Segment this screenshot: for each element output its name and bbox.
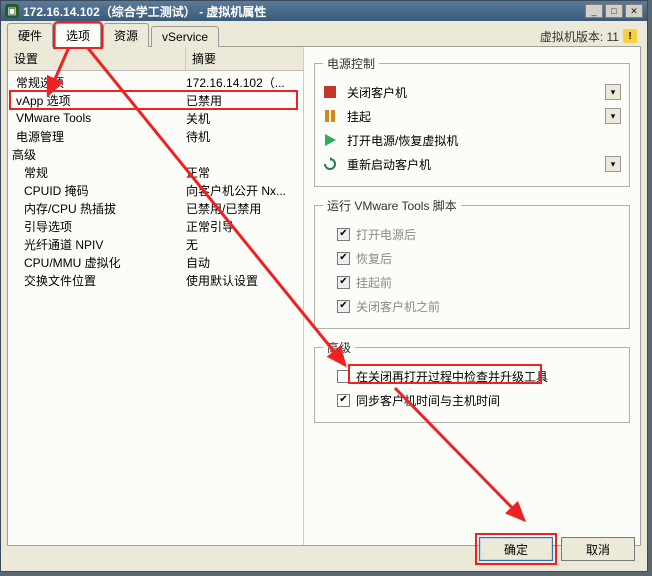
dropdown-button[interactable]: ▾ bbox=[605, 156, 621, 172]
list-item[interactable]: vApp 选项已禁用 bbox=[8, 91, 303, 109]
checkbox-sync-guest-time[interactable] bbox=[337, 394, 350, 407]
titlebar: ▣ 172.16.14.102（综合学工测试） - 虚拟机属性 _ □ ✕ bbox=[1, 1, 647, 21]
scripts-legend: 运行 VMware Tools 脚本 bbox=[323, 197, 461, 214]
dropdown-button[interactable]: ▾ bbox=[605, 84, 621, 100]
close-button[interactable]: ✕ bbox=[625, 4, 643, 18]
advanced-legend: 高级 bbox=[323, 339, 355, 356]
list-item[interactable]: 引导选项正常引导 bbox=[8, 217, 303, 235]
list-item[interactable]: 电源管理待机 bbox=[8, 127, 303, 145]
stop-icon bbox=[323, 85, 337, 99]
ok-button[interactable]: 确定 bbox=[479, 537, 553, 561]
power-row: 挂起 ▾ bbox=[323, 104, 621, 128]
tab-vservice[interactable]: vService bbox=[151, 26, 219, 47]
power-control-group: 电源控制 关闭客户机 ▾ 挂起 ▾ 打开电源/恢复虚拟机 bbox=[314, 55, 630, 187]
list-item[interactable]: CPU/MMU 虚拟化自动 bbox=[8, 253, 303, 271]
tab-hardware[interactable]: 硬件 bbox=[7, 23, 53, 47]
advanced-group: 高级 在关闭再打开过程中检查并升级工具 同步客户机时间与主机时间 bbox=[314, 339, 630, 423]
checkbox bbox=[337, 252, 350, 265]
app-icon: ▣ bbox=[5, 4, 19, 18]
list-item[interactable]: 常规选项172.16.14.102（... bbox=[8, 73, 303, 91]
checkbox bbox=[337, 300, 350, 313]
restart-icon bbox=[323, 157, 337, 171]
tab-bar: 硬件 选项 资源 vService bbox=[7, 25, 221, 47]
cancel-button[interactable]: 取消 bbox=[561, 537, 635, 561]
tab-resources[interactable]: 资源 bbox=[103, 23, 149, 47]
power-row: 打开电源/恢复虚拟机 bbox=[323, 128, 621, 152]
list-item[interactable]: 交换文件位置使用默认设置 bbox=[8, 271, 303, 289]
vm-version-label: 虚拟机版本: 11 bbox=[540, 28, 619, 45]
list-group-advanced[interactable]: 高级 bbox=[8, 145, 303, 163]
window-title: 172.16.14.102（综合学工测试） - 虚拟机属性 bbox=[23, 3, 585, 20]
checkbox bbox=[337, 276, 350, 289]
list-item-vmware-tools[interactable]: VMware Tools关机 bbox=[8, 109, 303, 127]
power-control-legend: 电源控制 bbox=[323, 55, 379, 72]
warning-icon: ! bbox=[623, 29, 637, 43]
minimize-button[interactable]: _ bbox=[585, 4, 603, 18]
dropdown-button[interactable]: ▾ bbox=[605, 108, 621, 124]
tab-options[interactable]: 选项 bbox=[55, 23, 101, 47]
checkbox-check-upgrade-tools[interactable] bbox=[337, 370, 350, 383]
vm-properties-window: ▣ 172.16.14.102（综合学工测试） - 虚拟机属性 _ □ ✕ 硬件… bbox=[0, 0, 648, 572]
play-icon bbox=[323, 133, 337, 147]
settings-list: 设置 摘要 常规选项172.16.14.102（... vApp 选项已禁用 V… bbox=[8, 47, 304, 545]
power-row: 重新启动客户机 ▾ bbox=[323, 152, 621, 176]
list-item[interactable]: 内存/CPU 热插拔已禁用/已禁用 bbox=[8, 199, 303, 217]
column-header-summary[interactable]: 摘要 bbox=[186, 47, 303, 70]
list-item[interactable]: 光纤通道 NPIV无 bbox=[8, 235, 303, 253]
vmware-tools-scripts-group: 运行 VMware Tools 脚本 打开电源后 恢复后 挂起前 关闭客户机之前 bbox=[314, 197, 630, 329]
column-header-setting[interactable]: 设置 bbox=[8, 47, 186, 70]
maximize-button[interactable]: □ bbox=[605, 4, 623, 18]
list-item[interactable]: 常规正常 bbox=[8, 163, 303, 181]
power-row: 关闭客户机 ▾ bbox=[323, 80, 621, 104]
checkbox bbox=[337, 228, 350, 241]
pause-icon bbox=[323, 109, 337, 123]
list-item[interactable]: CPUID 掩码向客户机公开 Nx... bbox=[8, 181, 303, 199]
